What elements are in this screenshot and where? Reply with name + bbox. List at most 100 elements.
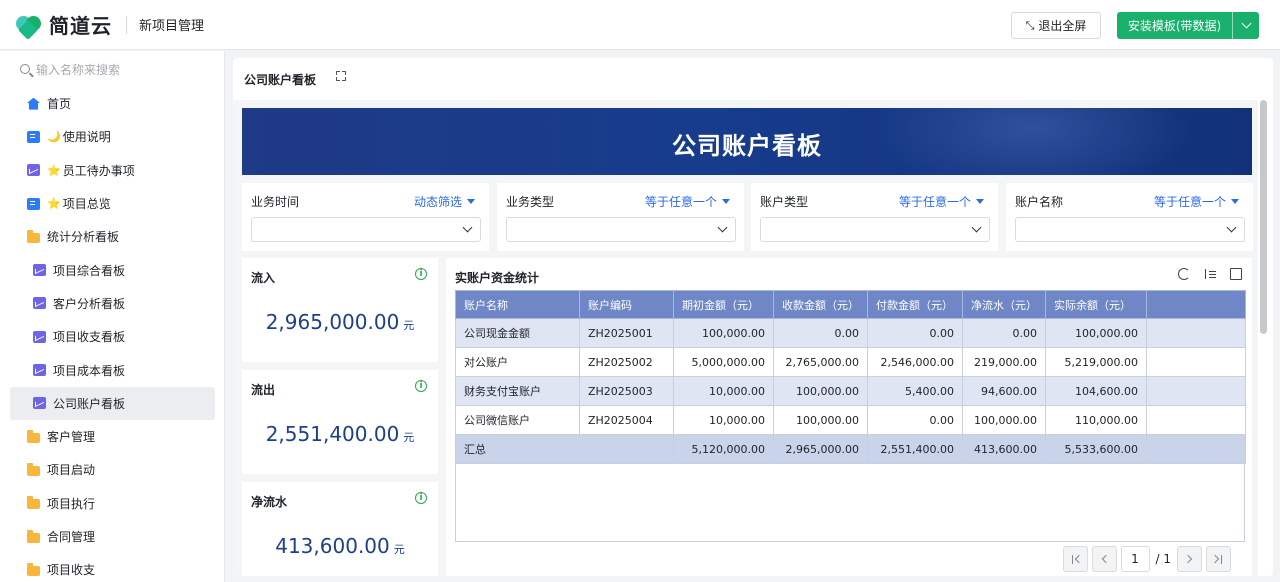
last-page-button[interactable]: [1206, 546, 1231, 572]
refresh-icon[interactable]: [1178, 268, 1190, 280]
next-page-button[interactable]: [1177, 546, 1202, 572]
scrollbar[interactable]: [1260, 100, 1267, 334]
chevron-down-icon: [1241, 18, 1251, 29]
table-cell: 2,765,000.00: [773, 347, 868, 377]
exit-fullscreen-button[interactable]: ⤡ 退出全屏: [1011, 12, 1101, 39]
column-header[interactable]: 实际余额（元）: [1045, 290, 1147, 319]
logo-icon: [16, 14, 46, 40]
column-header[interactable]: 期初金额（元）: [673, 290, 774, 319]
table-cell: 5,000,000.00: [673, 347, 774, 377]
first-page-button[interactable]: [1062, 546, 1088, 572]
stat-value: 2,965,000.00 元: [265, 310, 415, 334]
filter-label: 业务时间: [251, 195, 300, 209]
table-cell: 219,000.00: [962, 347, 1046, 377]
table-cell-filler: [1146, 434, 1246, 464]
sidebar-nav: 首页 🌙 使用说明 ⭐ 员工待办事项 ⭐ 项目总览 统计分析看板 项目综合看板 客户分析看板 项目收…: [0, 87, 224, 582]
search-input[interactable]: 输入名称来搜索: [0, 51, 224, 87]
info-icon[interactable]: i: [415, 492, 427, 504]
filter-operator[interactable]: 等于任意一个: [899, 193, 984, 210]
app-title[interactable]: 新项目管理: [139, 15, 204, 34]
folder-icon: [27, 529, 40, 543]
sidebar-item[interactable]: ⭐ 员工待办事项: [10, 154, 215, 187]
install-template-button[interactable]: 安装模板(带数据): [1117, 12, 1259, 39]
column-header[interactable]: 账户名称: [455, 290, 580, 319]
item-emoji: ⭐: [47, 197, 61, 211]
filter-business-time: 业务时间 动态筛选: [242, 183, 489, 251]
table-row[interactable]: 对公账户 ZH2025002 5,000,000.00 2,765,000.00 2,5…: [455, 347, 1246, 377]
info-icon[interactable]: i: [415, 380, 427, 392]
sidebar-item[interactable]: 客户分析看板: [10, 287, 215, 320]
filter-select[interactable]: [251, 217, 481, 242]
dashboard-banner: 公司账户看板: [242, 108, 1252, 175]
table-row[interactable]: 公司现金金额 ZH2025001 100,000.00 0.00 0.00 0.00 100…: [455, 318, 1246, 348]
sidebar-item[interactable]: 🌙 使用说明: [10, 120, 215, 153]
table-cell: 100,000.00: [773, 376, 868, 406]
page-number-input[interactable]: 1: [1120, 546, 1150, 572]
column-header[interactable]: 付款金额（元）: [867, 290, 963, 319]
brand-logo[interactable]: 简道云: [16, 10, 112, 40]
column-header[interactable]: 净流水（元）: [962, 290, 1046, 319]
sidebar-item-label: 使用说明: [62, 130, 111, 145]
install-options-dropdown[interactable]: [1232, 12, 1259, 39]
sidebar-item-label: 首页: [47, 97, 72, 112]
table-cell: ZH2025004: [579, 405, 674, 435]
page-title: 公司账户看板: [244, 73, 317, 87]
stat-card-outflow: 流出 i 2,551,400.00 元: [242, 370, 438, 474]
sort-icon[interactable]: [1204, 268, 1216, 280]
filter-operator[interactable]: 等于任意一个: [645, 193, 730, 210]
table-tools: [1178, 268, 1242, 280]
sidebar-item[interactable]: 统计分析看板: [10, 220, 215, 253]
sidebar-item-label: 项目综合看板: [53, 263, 126, 278]
sidebar-item[interactable]: 客户管理: [10, 420, 215, 453]
sidebar-item[interactable]: 项目收支看板: [10, 320, 215, 353]
sidebar-item[interactable]: 项目综合看板: [10, 253, 215, 286]
table-cell: 0.00: [867, 318, 963, 348]
filter-label: 账户名称: [1015, 195, 1064, 209]
sidebar-item[interactable]: 项目启动: [10, 453, 215, 486]
table-title: 实账户资金统计: [455, 271, 540, 285]
sidebar-item-label: 项目总览: [62, 197, 111, 212]
table-cell: 100,000.00: [773, 405, 868, 435]
form-icon: [27, 130, 40, 143]
filter-operator[interactable]: 等于任意一个: [1154, 193, 1239, 210]
column-header[interactable]: 收款金额（元）: [773, 290, 868, 319]
info-icon[interactable]: i: [415, 268, 427, 280]
table-cell: 2,546,000.00: [867, 347, 963, 377]
dashboard-icon: [33, 264, 46, 277]
prev-page-button[interactable]: [1091, 546, 1117, 572]
chevron-down-icon: [971, 222, 982, 233]
caret-down-icon: [722, 199, 730, 204]
sidebar-item[interactable]: ⭐ 项目总览: [10, 187, 215, 220]
filter-select[interactable]: [760, 217, 990, 242]
table-cell: ZH2025002: [579, 347, 674, 377]
sidebar-item[interactable]: 首页: [10, 87, 215, 120]
divider: [126, 15, 127, 34]
filter-operator[interactable]: 动态筛选: [414, 193, 475, 210]
table-row[interactable]: 公司微信账户 ZH2025004 10,000.00 100,000.00 0.00 10…: [455, 405, 1246, 435]
table-cell-filler: [1146, 405, 1246, 435]
sidebar: 输入名称来搜索 首页 🌙 使用说明 ⭐ 员工待办事项 ⭐ 项目总览 统计分析看板 项目综合看板客…: [0, 51, 225, 582]
table-row[interactable]: 财务支付宝账户 ZH2025003 10,000.00 100,000.00 5,400…: [455, 376, 1246, 406]
total-cell: 413,600.00: [962, 434, 1046, 464]
filter-select[interactable]: [506, 217, 736, 242]
sidebar-item[interactable]: 合同管理: [10, 520, 215, 553]
install-template-label: 安装模板(带数据): [1127, 19, 1222, 33]
fullscreen-icon[interactable]: [1230, 268, 1242, 280]
table-cell: 0.00: [773, 318, 868, 348]
column-header[interactable]: 账户编码: [579, 290, 674, 319]
home-icon: [27, 97, 40, 110]
filter-select[interactable]: [1015, 217, 1245, 242]
caret-down-icon: [976, 199, 984, 204]
filter-account-name: 账户名称 等于任意一个: [1006, 183, 1253, 251]
folder-icon: [27, 562, 40, 576]
sidebar-item-label: 客户分析看板: [53, 296, 126, 311]
sidebar-item[interactable]: 项目成本看板: [10, 353, 215, 386]
sidebar-item-label: 项目收支: [47, 563, 96, 578]
sidebar-item-label: 项目执行: [47, 496, 96, 511]
collapse-icon: ⤡: [1025, 18, 1035, 32]
expand-icon[interactable]: [336, 71, 346, 81]
column-header-filler: [1146, 290, 1246, 319]
sidebar-item[interactable]: 项目执行: [10, 487, 215, 520]
sidebar-item[interactable]: 项目收支: [10, 553, 215, 582]
sidebar-item[interactable]: 公司账户看板: [10, 386, 215, 420]
